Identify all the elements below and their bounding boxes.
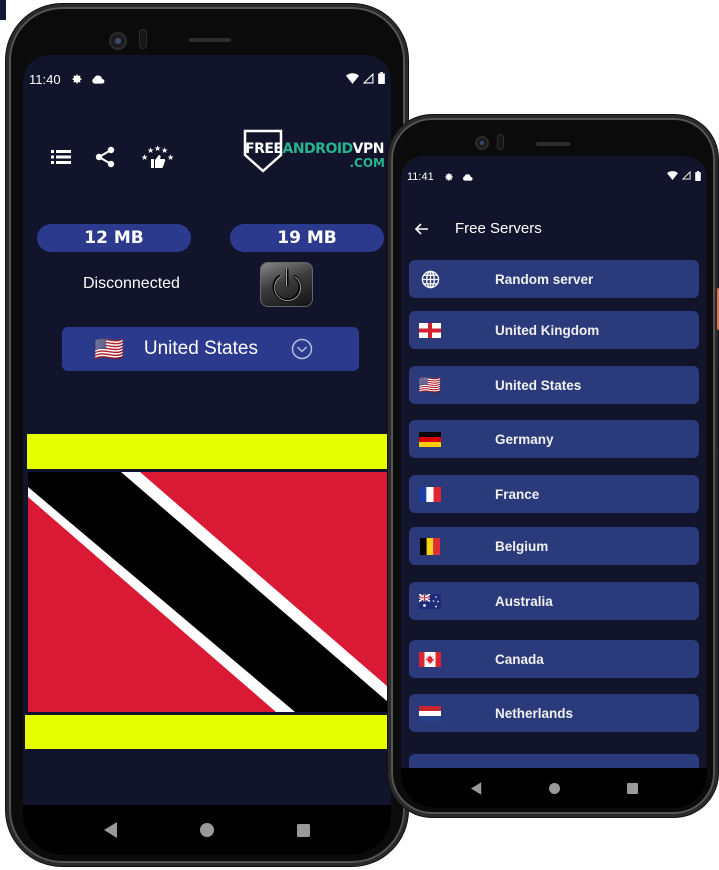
chevron-down-icon [291,338,313,360]
main-screen: 11:40 ★ ★ ★ ★ ★ FREEANDROIDVPN .COM 12 M… [23,55,391,855]
svg-text:★: ★ [167,153,174,162]
back-nav-icon[interactable] [470,781,482,795]
download-stat: 12 MB [37,224,191,252]
belgium-flag-icon [419,536,441,556]
banner-stripe-top [27,434,389,469]
server-item-random[interactable]: Random server [409,260,699,298]
wifi-icon [667,171,678,183]
rate-stars-icon[interactable]: ★ ★ ★ ★ ★ [139,143,175,171]
settings-icon [444,172,454,182]
globe-icon [419,269,441,289]
proximity-sensor [139,29,147,49]
australia-flag-icon [419,591,441,611]
wifi-icon [346,72,359,87]
country-selector[interactable]: 🇺🇸 United States [62,327,359,371]
back-arrow-icon[interactable] [415,222,429,235]
battery-icon [695,170,701,184]
server-item-netherlands[interactable]: Netherlands [409,694,699,732]
server-item-germany[interactable]: Germany [409,420,699,458]
system-nav-bar [23,805,391,855]
system-nav-bar [401,768,707,808]
server-item-france[interactable]: France [409,475,699,513]
signal-icon [362,72,374,87]
status-time: 11:41 [407,171,434,183]
left-phone-frame: 11:40 ★ ★ ★ ★ ★ FREEANDROIDVPN .COM 12 M… [6,4,408,866]
servers-screen: 11:41 Free Servers Random server United … [401,156,707,808]
trinidad-tobago-flag-banner [28,472,388,712]
main-toolbar: ★ ★ ★ ★ ★ [51,143,175,171]
us-flag-icon: 🇺🇸 [418,374,442,395]
earpiece-speaker [189,38,231,42]
upload-stat: 19 MB [230,224,384,252]
back-nav-icon[interactable] [104,822,118,838]
share-icon[interactable] [95,146,115,168]
netherlands-flag-icon [419,703,441,723]
selected-country-name: United States [143,338,258,359]
logo-wordmark: FREEANDROIDVPN [245,141,384,157]
app-logo: FREEANDROIDVPN .COM [243,129,391,173]
banner-stripe-bottom [25,715,387,749]
recents-nav-icon[interactable] [626,782,638,794]
cloud-icon [462,173,473,181]
recents-nav-icon[interactable] [296,823,310,837]
right-phone-frame: 11:41 Free Servers Random server United … [388,115,719,817]
canada-flag-icon [419,649,441,669]
connection-status: Disconnected [83,275,180,292]
earpiece-speaker [536,142,570,146]
status-bar: 11:41 [401,170,707,184]
logo-suffix: .COM [349,156,385,170]
server-item-australia[interactable]: Australia [409,582,699,620]
status-bar: 11:40 [23,71,391,87]
server-item-united-states[interactable]: 🇺🇸 United States [409,366,699,404]
connect-power-button[interactable] [260,262,313,307]
servers-header: Free Servers [415,220,542,237]
status-time: 11:40 [29,71,61,87]
front-camera [475,136,489,150]
germany-flag-icon [419,429,441,449]
front-camera [109,32,127,50]
corner-edge-mark [0,0,6,20]
signal-icon [681,170,691,183]
battery-icon [378,71,385,87]
power-icon [272,268,301,301]
list-icon[interactable] [51,149,71,165]
server-item-belgium[interactable]: Belgium [409,527,699,565]
server-item-united-kingdom[interactable]: United Kingdom [409,311,699,349]
cloud-icon [91,74,105,84]
france-flag-icon [419,484,441,504]
selected-country-flag: 🇺🇸 [94,335,124,363]
proximity-sensor [497,134,504,150]
home-nav-icon[interactable] [548,782,560,794]
home-nav-icon[interactable] [200,823,215,837]
server-item-canada[interactable]: Canada [409,640,699,678]
svg-text:★: ★ [141,153,148,162]
page-title: Free Servers [455,220,542,237]
settings-icon [71,73,83,85]
england-flag-icon [419,320,441,340]
